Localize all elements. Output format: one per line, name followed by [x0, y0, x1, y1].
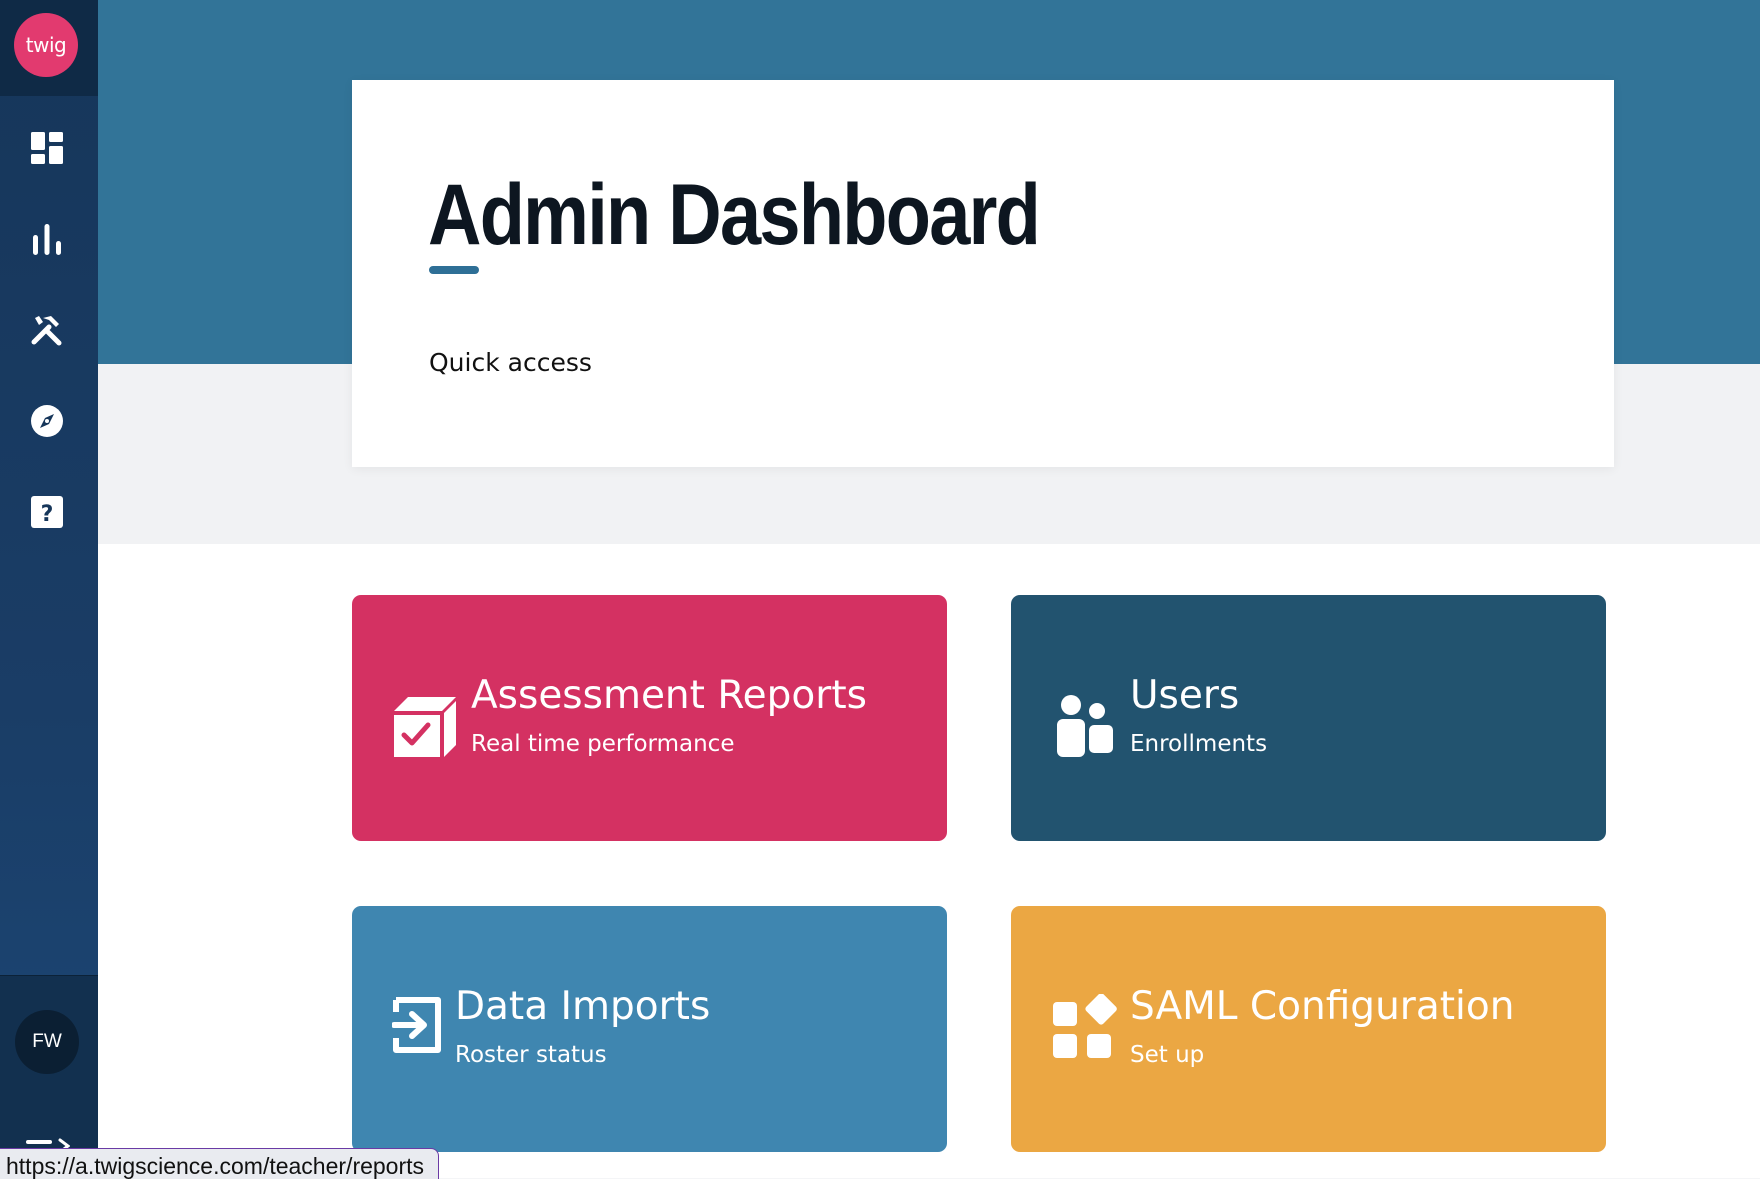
tile-title: Assessment Reports	[471, 673, 867, 718]
tile-subtitle: Roster status	[455, 1042, 607, 1068]
sidebar: twig ? FW	[0, 0, 98, 1179]
sidebar-item-tools[interactable]	[19, 302, 75, 358]
tools-icon	[31, 316, 62, 346]
svg-text:?: ?	[41, 502, 54, 527]
tile-data-imports[interactable]: Data Imports Roster status	[352, 906, 947, 1152]
tile-subtitle: Real time performance	[471, 731, 735, 757]
page-title: Admin Dashboard	[428, 167, 1041, 263]
title-card: Admin Dashboard Quick access	[352, 80, 1614, 467]
sidebar-item-explore[interactable]	[19, 393, 75, 449]
logo-text: twig	[25, 33, 67, 57]
widgets-icon	[1053, 994, 1117, 1058]
import-icon	[392, 997, 441, 1053]
tile-title: Data Imports	[455, 984, 711, 1029]
tile-assessment-reports[interactable]: Assessment Reports Real time performance	[352, 595, 947, 841]
tile-subtitle: Set up	[1130, 1042, 1205, 1068]
title-underline	[429, 266, 479, 274]
bar-chart-icon	[33, 224, 61, 255]
tile-users[interactable]: Users Enrollments	[1011, 595, 1606, 841]
users-icon	[1057, 695, 1113, 757]
quick-access-label: Quick access	[429, 348, 592, 377]
tile-title: SAML Configuration	[1130, 984, 1515, 1029]
sidebar-item-help[interactable]: ?	[19, 484, 75, 540]
twig-logo[interactable]: twig	[14, 13, 78, 77]
tile-title: Users	[1130, 673, 1240, 718]
status-bar-url: https://a.twigscience.com/teacher/report…	[0, 1148, 440, 1179]
tile-subtitle: Enrollments	[1130, 731, 1268, 757]
logo-area: twig	[0, 0, 98, 96]
sidebar-item-dashboard[interactable]	[19, 120, 75, 176]
help-icon: ?	[31, 496, 63, 528]
user-initials: FW	[32, 1031, 62, 1052]
sidebar-item-reports[interactable]	[19, 211, 75, 267]
dashboard-icon	[31, 132, 63, 164]
avatar[interactable]: FW	[15, 1010, 79, 1074]
tile-saml-configuration[interactable]: SAML Configuration Set up	[1011, 906, 1606, 1152]
compass-icon	[31, 405, 63, 437]
assessment-box-icon	[394, 697, 456, 757]
